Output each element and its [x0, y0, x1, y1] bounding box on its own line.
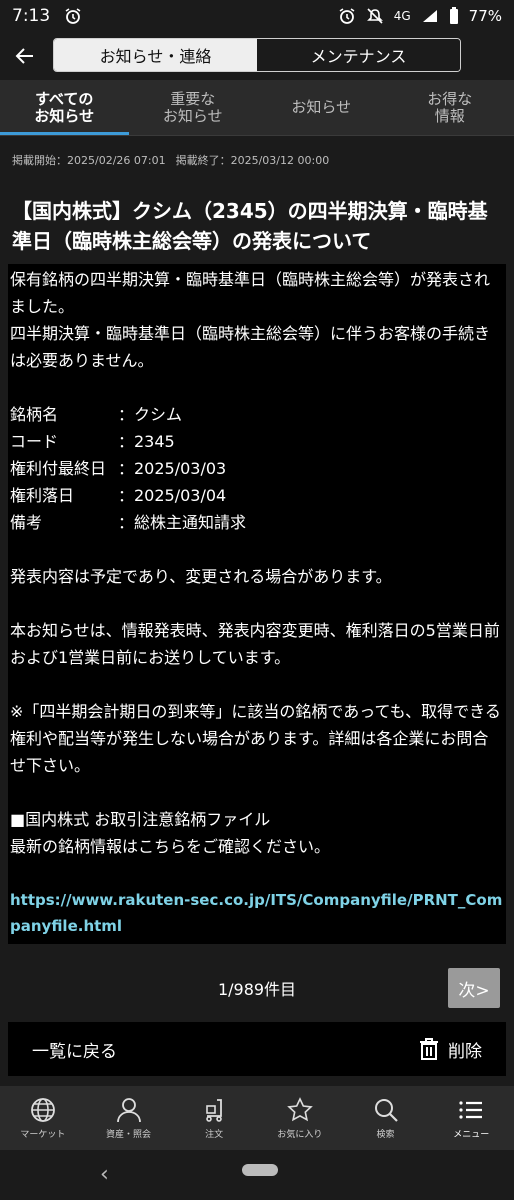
company-file-link[interactable]: https://www.rakuten-sec.co.jp/ITS/Compan… [10, 887, 504, 939]
back-button[interactable] [0, 32, 50, 80]
detail-value: ：2345 [118, 432, 175, 451]
status-time: 7:13 [12, 6, 51, 26]
detail-row: 備考 ：総株主通知請求 [10, 509, 504, 536]
nav-label: 検索 [376, 1129, 395, 1140]
person-icon [116, 1097, 141, 1122]
page-count: 1/989件目 [217, 980, 297, 999]
posting-end: 掲載終了：2025/03/12 00:00 [175, 154, 330, 167]
tab-important-notices[interactable]: 重要な お知らせ [129, 80, 258, 135]
detail-value: ：クシム [118, 405, 183, 424]
delete-label: 削除 [448, 1041, 482, 1062]
alarm-icon [339, 8, 355, 24]
home-pill[interactable] [242, 1164, 278, 1176]
segment-maintenance[interactable]: メンテナンス [257, 39, 460, 71]
body-paragraph: ■国内株式 お取引注意銘柄ファイル [10, 810, 271, 829]
alarm-icon [65, 8, 81, 24]
body-paragraph: 保有銘柄の四半期決算・臨時基準日（臨時株主総会等）が発表されました。 [10, 270, 491, 316]
detail-row: 銘柄名 ：クシム [10, 401, 504, 428]
nav-label: 注文 [205, 1129, 224, 1140]
search-icon [374, 1098, 398, 1122]
battery-level: 77% [468, 7, 502, 25]
next-button[interactable]: 次> [448, 968, 500, 1008]
body-paragraph: 発表内容は予定であり、変更される場合があります。 [10, 567, 392, 586]
back-to-list-button[interactable]: 一覧に戻る [32, 1037, 117, 1062]
nav-label: メニュー [453, 1129, 490, 1140]
system-back-icon[interactable]: ‹ [100, 1162, 109, 1187]
notice-title: 【国内株式】クシム（2345）の四半期決算・臨時基準日（臨時株主総会等）の発表に… [12, 199, 488, 253]
segment-notices[interactable]: お知らせ・連絡 [54, 39, 257, 71]
nav-favorites[interactable]: お気に入り [257, 1086, 343, 1150]
app-header: お知らせ・連絡 メンテナンス [0, 32, 514, 80]
detail-row: 権利付最終日 ：2025/03/03 [10, 455, 504, 482]
tab-deals[interactable]: お得な 情報 [386, 80, 514, 135]
nav-market[interactable]: マーケット [0, 1086, 86, 1150]
pager: 1/989件目 [0, 960, 514, 1016]
nav-order[interactable]: 注文 [171, 1086, 257, 1150]
network-type: 4G [393, 9, 411, 23]
back-arrow-icon [15, 48, 33, 64]
detail-key: 権利落日 [10, 486, 75, 505]
system-navigation: ‹ [0, 1150, 514, 1200]
detail-key: 権利付最終日 [10, 459, 107, 478]
posting-period: 掲載開始：2025/02/26 07:01 掲載終了：2025/03/12 00… [12, 152, 329, 168]
battery-icon [449, 7, 458, 24]
detail-key: 銘柄名 [10, 405, 59, 424]
detail-value: ：2025/03/04 [118, 486, 227, 505]
menu-icon [459, 1100, 483, 1119]
globe-icon [30, 1097, 55, 1122]
body-paragraph: 最新の銘柄情報はこちらをご確認ください。 [10, 837, 331, 856]
nav-assets[interactable]: 資産・照会 [86, 1086, 172, 1150]
body-paragraph: ※「四半期会計期日の到来等」に該当の銘柄であっても、取得できる権利や配当等が発生… [10, 702, 501, 775]
category-tabs: すべての お知らせ 重要な お知らせ お知らせ お得な 情報 [0, 80, 514, 136]
delete-button[interactable]: 削除 [418, 1037, 482, 1062]
star-icon [287, 1096, 313, 1121]
mute-icon [366, 8, 383, 24]
detail-row: コード ：2345 [10, 428, 504, 455]
action-bar: 一覧に戻る 削除 [8, 1022, 506, 1076]
body-paragraph: 本お知らせは、情報発表時、発表内容変更時、権利落日の5営業日前および1営業日前に… [10, 621, 500, 667]
detail-key: コード [10, 432, 59, 451]
detail-value: ：総株主通知請求 [118, 513, 247, 532]
cart-icon [206, 1098, 223, 1122]
notice-body: 保有銘柄の四半期決算・臨時基準日（臨時株主総会等）が発表されました。 四半期決算… [8, 264, 506, 944]
nav-search[interactable]: 検索 [343, 1086, 429, 1150]
tab-all-notices[interactable]: すべての お知らせ [0, 80, 129, 135]
detail-row: 権利落日 ：2025/03/04 [10, 482, 504, 509]
signal-icon [422, 10, 437, 22]
nav-menu[interactable]: メニュー [428, 1086, 514, 1150]
trash-icon [420, 1038, 438, 1060]
posting-start: 掲載開始：2025/02/26 07:01 [12, 154, 166, 167]
detail-value: ：2025/03/03 [118, 459, 227, 478]
segmented-control: お知らせ・連絡 メンテナンス [53, 38, 461, 72]
nav-label: マーケット [20, 1129, 66, 1140]
nav-label: お気に入り [277, 1129, 323, 1140]
nav-label: 資産・照会 [106, 1129, 152, 1140]
bottom-navigation: マーケット 資産・照会 注文 お気に入り 検索 メニュー [0, 1086, 514, 1150]
status-bar: 7:13 4G 77% [0, 0, 514, 32]
tab-notices[interactable]: お知らせ [257, 80, 386, 135]
detail-key: 備考 [10, 513, 43, 532]
body-paragraph: 四半期決算・臨時基準日（臨時株主総会等）に伴うお客様の手続きは必要ありません。 [10, 324, 491, 370]
